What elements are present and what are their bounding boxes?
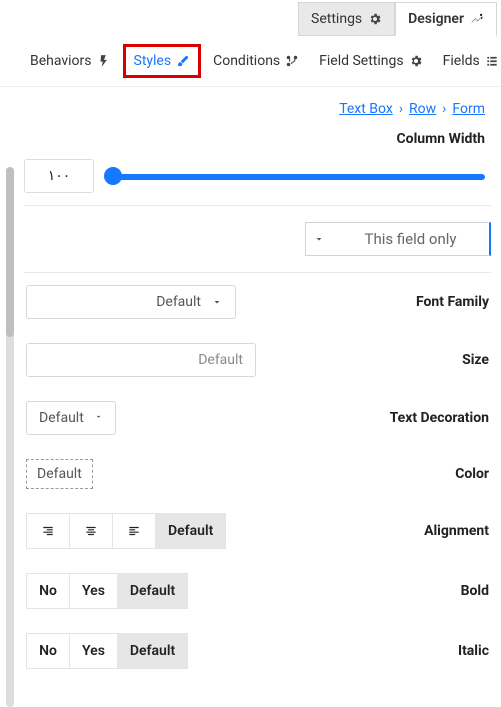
font-family-select[interactable]: Default: [26, 285, 236, 319]
italic-yes-button[interactable]: Yes: [69, 633, 118, 669]
subtab-styles[interactable]: Styles: [123, 44, 202, 78]
tab-settings-label: Settings: [311, 11, 362, 27]
italic-no-button[interactable]: No: [26, 633, 70, 669]
breadcrumb-textbox[interactable]: Text Box: [339, 101, 393, 117]
size-placeholder: Default: [198, 352, 243, 368]
italic-group: No Yes Default: [26, 633, 188, 669]
font-family-label: Font Family: [416, 294, 489, 310]
list-icon: [485, 54, 499, 68]
bold-no-button[interactable]: No: [26, 573, 70, 609]
align-left-button[interactable]: [112, 513, 156, 549]
tab-designer-label: Designer: [408, 11, 464, 27]
subtab-behaviors[interactable]: Behaviors: [22, 44, 119, 78]
breadcrumb-form[interactable]: Form: [452, 101, 485, 117]
column-width-input[interactable]: ١٠٠: [24, 159, 94, 193]
chevron-down-icon: [211, 296, 223, 308]
alignment-label: Alignment: [424, 523, 489, 539]
bolt-icon: [97, 54, 111, 68]
subtab-fields[interactable]: Fields: [435, 44, 501, 78]
subtab-field-settings-label: Field Settings: [319, 53, 403, 69]
subtab-field-settings[interactable]: Field Settings: [311, 44, 430, 78]
gear-icon: [409, 54, 423, 68]
align-right-icon: [41, 524, 55, 538]
subtab-styles-label: Styles: [134, 53, 172, 69]
align-center-icon: [84, 524, 98, 538]
italic-default-button[interactable]: Default: [117, 633, 188, 669]
align-default-button[interactable]: Default: [155, 513, 226, 549]
italic-yes-label: Yes: [82, 643, 105, 659]
column-width-slider[interactable]: [106, 167, 485, 185]
italic-no-label: No: [39, 643, 57, 659]
size-input[interactable]: Default: [26, 343, 256, 377]
column-width-label: Column Width: [24, 127, 491, 155]
subtab-behaviors-label: Behaviors: [30, 53, 92, 69]
align-left-icon: [127, 524, 141, 538]
scrollbar-thumb[interactable]: [6, 167, 14, 337]
color-label: Color: [455, 466, 489, 482]
subtab-fields-label: Fields: [443, 53, 480, 69]
scope-value: This field only: [332, 230, 489, 248]
bold-label: Bold: [461, 583, 489, 599]
align-right-button[interactable]: [26, 513, 70, 549]
chevron-down-icon: [306, 233, 332, 245]
text-decoration-select[interactable]: Default: [26, 401, 116, 435]
design-icon: [470, 12, 484, 26]
italic-default-label: Default: [130, 643, 175, 659]
slider-track: [106, 174, 485, 180]
scope-select[interactable]: This field only: [305, 222, 491, 256]
bold-default-button[interactable]: Default: [117, 573, 188, 609]
gear-icon: [368, 12, 382, 26]
chevron-down-icon: [94, 412, 103, 424]
brush-icon: [176, 54, 190, 68]
chevron-right-icon: ›: [399, 101, 403, 117]
subtab-conditions[interactable]: Conditions: [205, 44, 307, 78]
column-width-value: ١٠٠: [48, 168, 71, 184]
breadcrumb-row[interactable]: Row: [409, 101, 436, 117]
branch-icon: [285, 54, 299, 68]
align-default-label: Default: [168, 523, 213, 539]
alignment-group: Default: [26, 513, 226, 549]
text-decoration-value: Default: [39, 410, 84, 426]
bold-no-label: No: [39, 583, 57, 599]
color-picker[interactable]: Default: [26, 459, 93, 489]
bold-default-label: Default: [130, 583, 175, 599]
tab-designer[interactable]: Designer: [395, 2, 497, 36]
font-family-value: Default: [156, 294, 201, 310]
slider-knob[interactable]: [104, 167, 122, 185]
bold-group: No Yes Default: [26, 573, 188, 609]
chevron-right-icon: ›: [442, 101, 446, 117]
subtab-conditions-label: Conditions: [213, 53, 280, 69]
bold-yes-button[interactable]: Yes: [69, 573, 118, 609]
size-label: Size: [462, 352, 489, 368]
align-center-button[interactable]: [69, 513, 113, 549]
breadcrumb: Text Box › Row › Form: [24, 97, 491, 127]
color-value: Default: [37, 466, 82, 482]
italic-label: Italic: [458, 643, 489, 659]
text-decoration-label: Text Decoration: [390, 410, 489, 426]
bold-yes-label: Yes: [82, 583, 105, 599]
tab-settings[interactable]: Settings: [298, 2, 395, 36]
